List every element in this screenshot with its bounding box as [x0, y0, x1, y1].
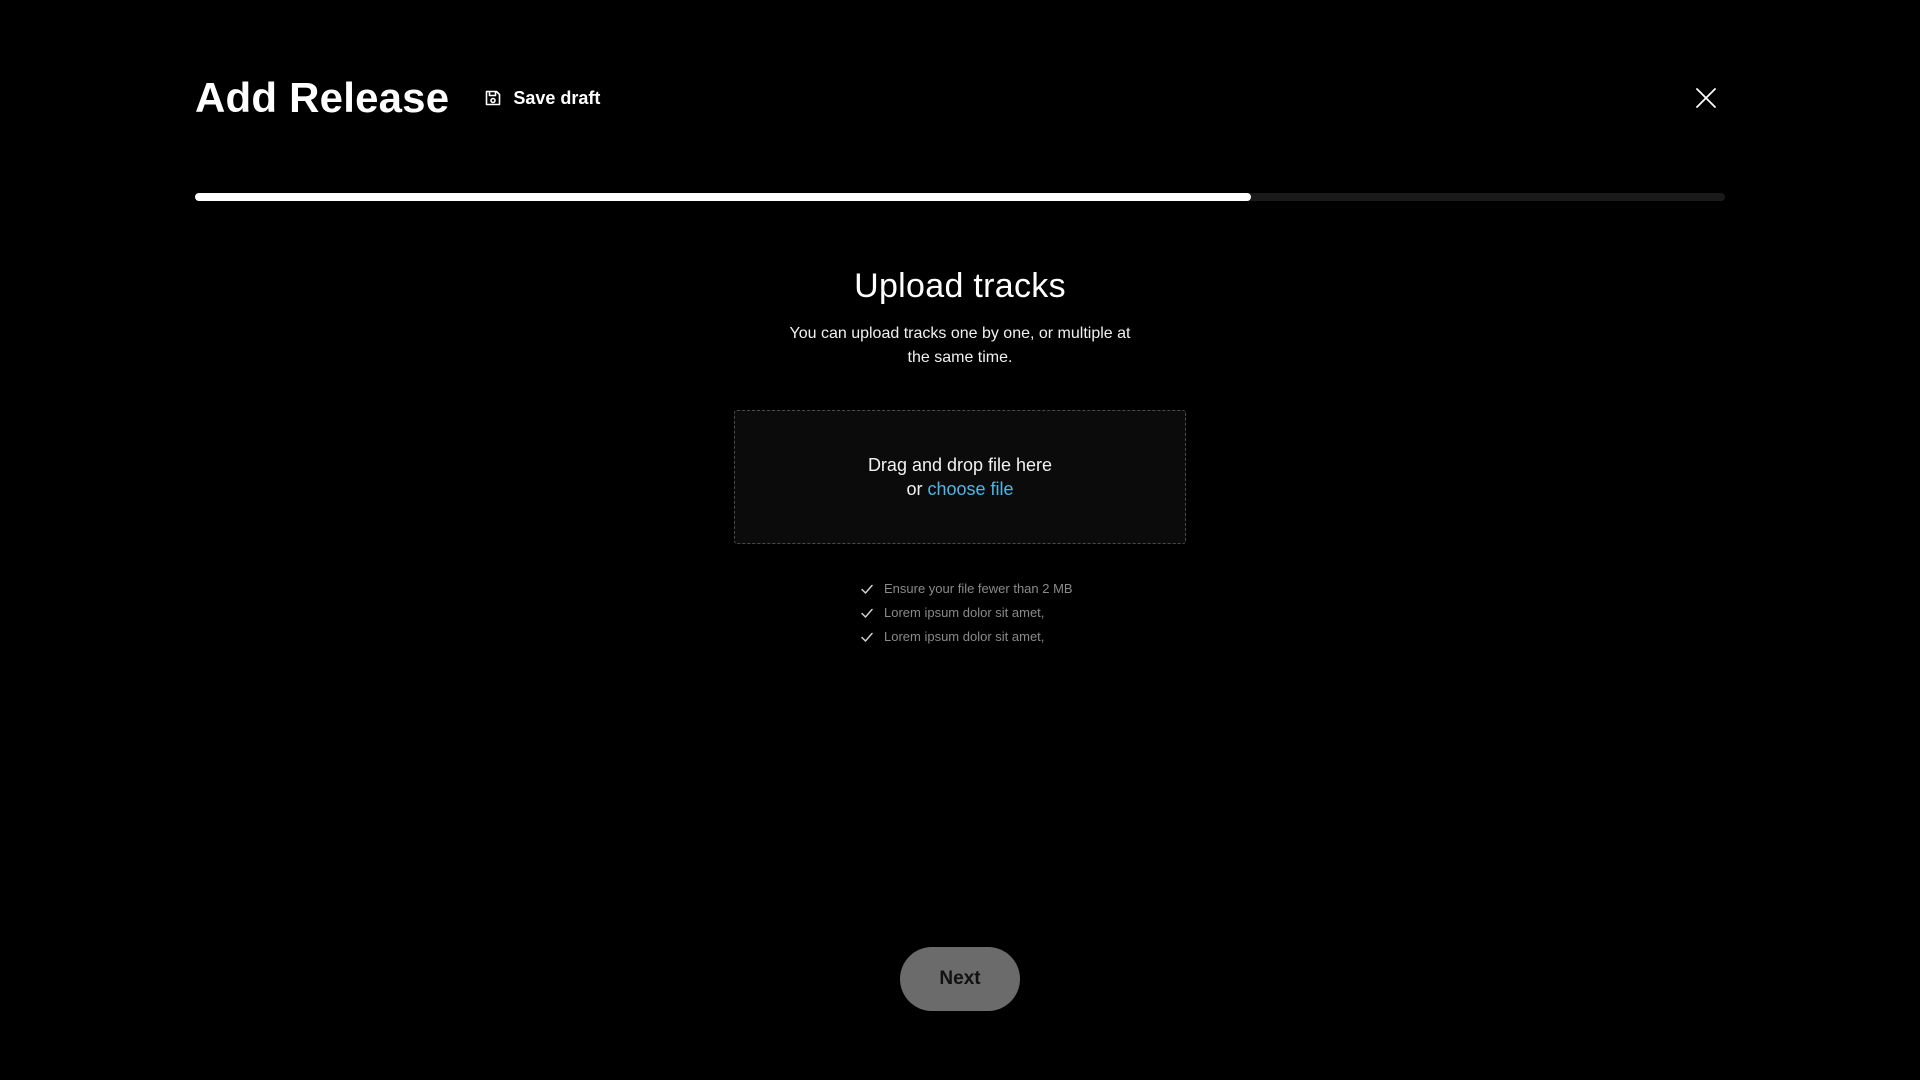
- dropzone-instruction: Drag and drop file here: [867, 455, 1053, 475]
- dropzone-or-text: or: [906, 479, 928, 499]
- requirements-list: Ensure your file fewer than 2 MB Lorem i…: [860, 580, 1090, 646]
- requirement-text: Lorem ipsum dolor sit amet,: [884, 629, 1045, 644]
- save-draft-button[interactable]: Save draft: [483, 88, 600, 109]
- section-title: Upload tracks: [854, 267, 1066, 305]
- next-button[interactable]: Next: [900, 947, 1020, 1011]
- dropzone-or-line: or choose file: [906, 477, 1013, 501]
- requirement-text: Ensure your file fewer than 2 MB: [884, 581, 1073, 596]
- section-subtitle: You can upload tracks one by one, or mul…: [789, 325, 1131, 366]
- page-header: Add Release Save draft: [195, 68, 600, 128]
- check-icon: [860, 630, 874, 644]
- choose-file-link[interactable]: choose file: [927, 479, 1013, 499]
- list-item: Lorem ipsum dolor sit amet,: [860, 628, 1090, 646]
- list-item: Ensure your file fewer than 2 MB: [860, 580, 1090, 598]
- file-dropzone[interactable]: Drag and drop file here or choose file: [734, 410, 1186, 544]
- page-title: Add Release: [195, 74, 450, 121]
- check-icon: [860, 582, 874, 596]
- save-draft-label: Save draft: [513, 87, 601, 108]
- close-button[interactable]: [1688, 80, 1724, 116]
- progress-bar-fill: [195, 193, 1251, 201]
- list-item: Lorem ipsum dolor sit amet,: [860, 604, 1090, 622]
- check-icon: [860, 606, 874, 620]
- progress-bar: [195, 193, 1725, 201]
- requirement-text: Lorem ipsum dolor sit amet,: [884, 605, 1045, 620]
- close-icon: [1688, 80, 1724, 116]
- save-icon: [483, 88, 503, 108]
- add-release-page: Add Release Save draft Upload tracks You…: [0, 0, 1920, 1080]
- upload-section: Upload tracks You can upload tracks one …: [0, 260, 1920, 662]
